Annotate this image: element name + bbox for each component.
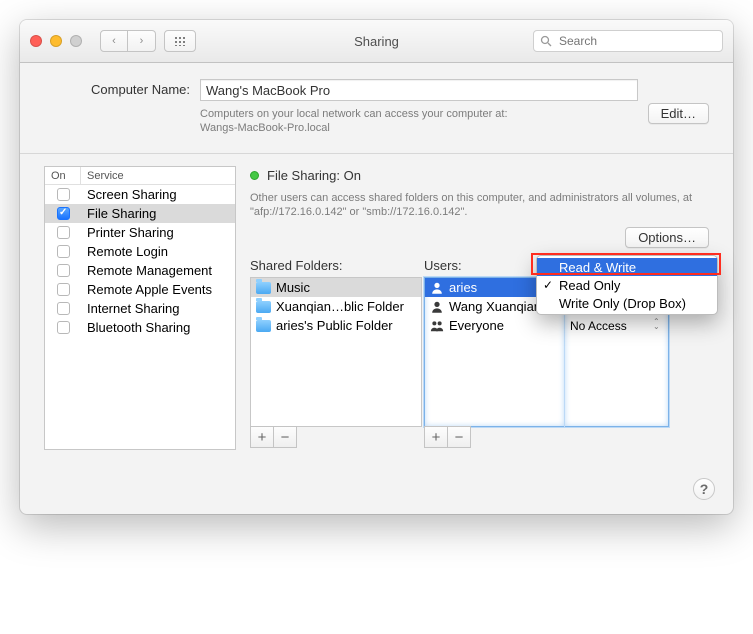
service-label: Remote Login: [81, 244, 235, 259]
person-icon: [430, 300, 444, 314]
plus-icon: +: [432, 429, 441, 446]
minimize-window-button[interactable]: [50, 35, 62, 47]
service-row[interactable]: Internet Sharing: [45, 299, 235, 318]
service-row[interactable]: Remote Apple Events: [45, 280, 235, 299]
service-label: Remote Apple Events: [81, 282, 235, 297]
permission-popup-menu[interactable]: Read & Write✓Read OnlyWrite Only (Drop B…: [536, 255, 718, 315]
plus-icon: +: [258, 429, 267, 446]
back-button[interactable]: ‹: [100, 30, 128, 52]
service-checkbox[interactable]: [57, 188, 70, 201]
folder-row[interactable]: Music: [251, 278, 421, 297]
remove-folder-button[interactable]: −: [273, 426, 297, 448]
service-checkbox[interactable]: [57, 264, 70, 277]
search-icon: [540, 35, 552, 47]
window-controls: [30, 35, 82, 47]
service-row[interactable]: Remote Login: [45, 242, 235, 261]
folder-icon: [256, 320, 271, 332]
sharing-preferences-window: ‹ › Sharing Computer Name: Computers on …: [20, 20, 733, 514]
edit-hostname-button[interactable]: Edit…: [648, 103, 709, 124]
service-row[interactable]: Remote Management: [45, 261, 235, 280]
folder-icon: [256, 301, 271, 313]
service-checkbox[interactable]: [57, 207, 70, 220]
permission-menu-item[interactable]: Write Only (Drop Box): [537, 294, 717, 312]
close-window-button[interactable]: [30, 35, 42, 47]
permission-menu-item[interactable]: Read & Write: [537, 258, 717, 276]
chevron-left-icon: ‹: [112, 35, 116, 47]
computer-name-label: Computer Name:: [44, 79, 190, 97]
service-checkbox[interactable]: [57, 321, 70, 334]
titlebar: ‹ › Sharing: [20, 20, 733, 63]
service-checkbox[interactable]: [57, 302, 70, 315]
computer-name-field[interactable]: [200, 79, 638, 101]
service-label: File Sharing: [81, 206, 235, 221]
remove-user-button[interactable]: −: [447, 426, 471, 448]
status-dot-icon: [250, 171, 259, 180]
help-icon: ?: [700, 481, 709, 497]
minus-icon: −: [455, 429, 464, 446]
permission-menu-item[interactable]: ✓Read Only: [537, 276, 717, 294]
service-checkbox[interactable]: [57, 226, 70, 239]
grid-icon: [174, 36, 186, 46]
service-detail: File Sharing: On Other users can access …: [250, 166, 709, 450]
nav-buttons: ‹ ›: [100, 30, 156, 52]
add-user-button[interactable]: +: [424, 426, 448, 448]
sharing-lower-section: On Service Screen Sharing File Sharing P…: [20, 154, 733, 472]
folder-icon: [256, 282, 271, 294]
folder-row[interactable]: Xuanqian…blic Folder: [251, 297, 421, 316]
service-header-service: Service: [81, 167, 235, 184]
service-list[interactable]: On Service Screen Sharing File Sharing P…: [44, 166, 236, 450]
shared-folders-list[interactable]: MusicXuanqian…blic Folderaries's Public …: [250, 277, 422, 427]
service-label: Screen Sharing: [81, 187, 235, 202]
service-checkbox[interactable]: [57, 283, 70, 296]
service-row[interactable]: Screen Sharing: [45, 185, 235, 204]
search-input[interactable]: [557, 33, 716, 49]
shared-folders-title: Shared Folders:: [250, 258, 422, 277]
show-all-button[interactable]: [164, 30, 196, 52]
chevron-updown-icon: [653, 319, 663, 333]
search-field[interactable]: [533, 30, 723, 52]
zoom-window-button[interactable]: [70, 35, 82, 47]
shared-folders-panel: Shared Folders: MusicXuanqian…blic Folde…: [250, 258, 422, 448]
service-row[interactable]: File Sharing: [45, 204, 235, 223]
computer-name-subtext: Computers on your local network can acce…: [200, 107, 638, 135]
service-label: Internet Sharing: [81, 301, 235, 316]
chevron-right-icon: ›: [140, 35, 144, 47]
service-label: Printer Sharing: [81, 225, 235, 240]
service-row[interactable]: Printer Sharing: [45, 223, 235, 242]
user-row[interactable]: Everyone: [425, 316, 564, 335]
forward-button[interactable]: ›: [128, 30, 156, 52]
help-button[interactable]: ?: [693, 478, 715, 500]
service-row[interactable]: Bluetooth Sharing: [45, 318, 235, 337]
add-folder-button[interactable]: +: [250, 426, 274, 448]
minus-icon: −: [281, 429, 290, 446]
folder-row[interactable]: aries's Public Folder: [251, 316, 421, 335]
service-header-on: On: [45, 167, 81, 184]
service-checkbox[interactable]: [57, 245, 70, 258]
status-description: Other users can access shared folders on…: [250, 191, 709, 219]
window-body: Computer Name: Computers on your local n…: [20, 63, 733, 514]
service-label: Remote Management: [81, 263, 235, 278]
service-label: Bluetooth Sharing: [81, 320, 235, 335]
permission-cell[interactable]: No Access: [565, 316, 668, 335]
person-icon: [430, 281, 444, 295]
check-icon: ✓: [543, 278, 553, 292]
options-button[interactable]: Options…: [625, 227, 709, 248]
computer-name-section: Computer Name: Computers on your local n…: [20, 63, 733, 154]
status-title: File Sharing: On: [267, 168, 361, 183]
group-icon: [430, 319, 444, 333]
